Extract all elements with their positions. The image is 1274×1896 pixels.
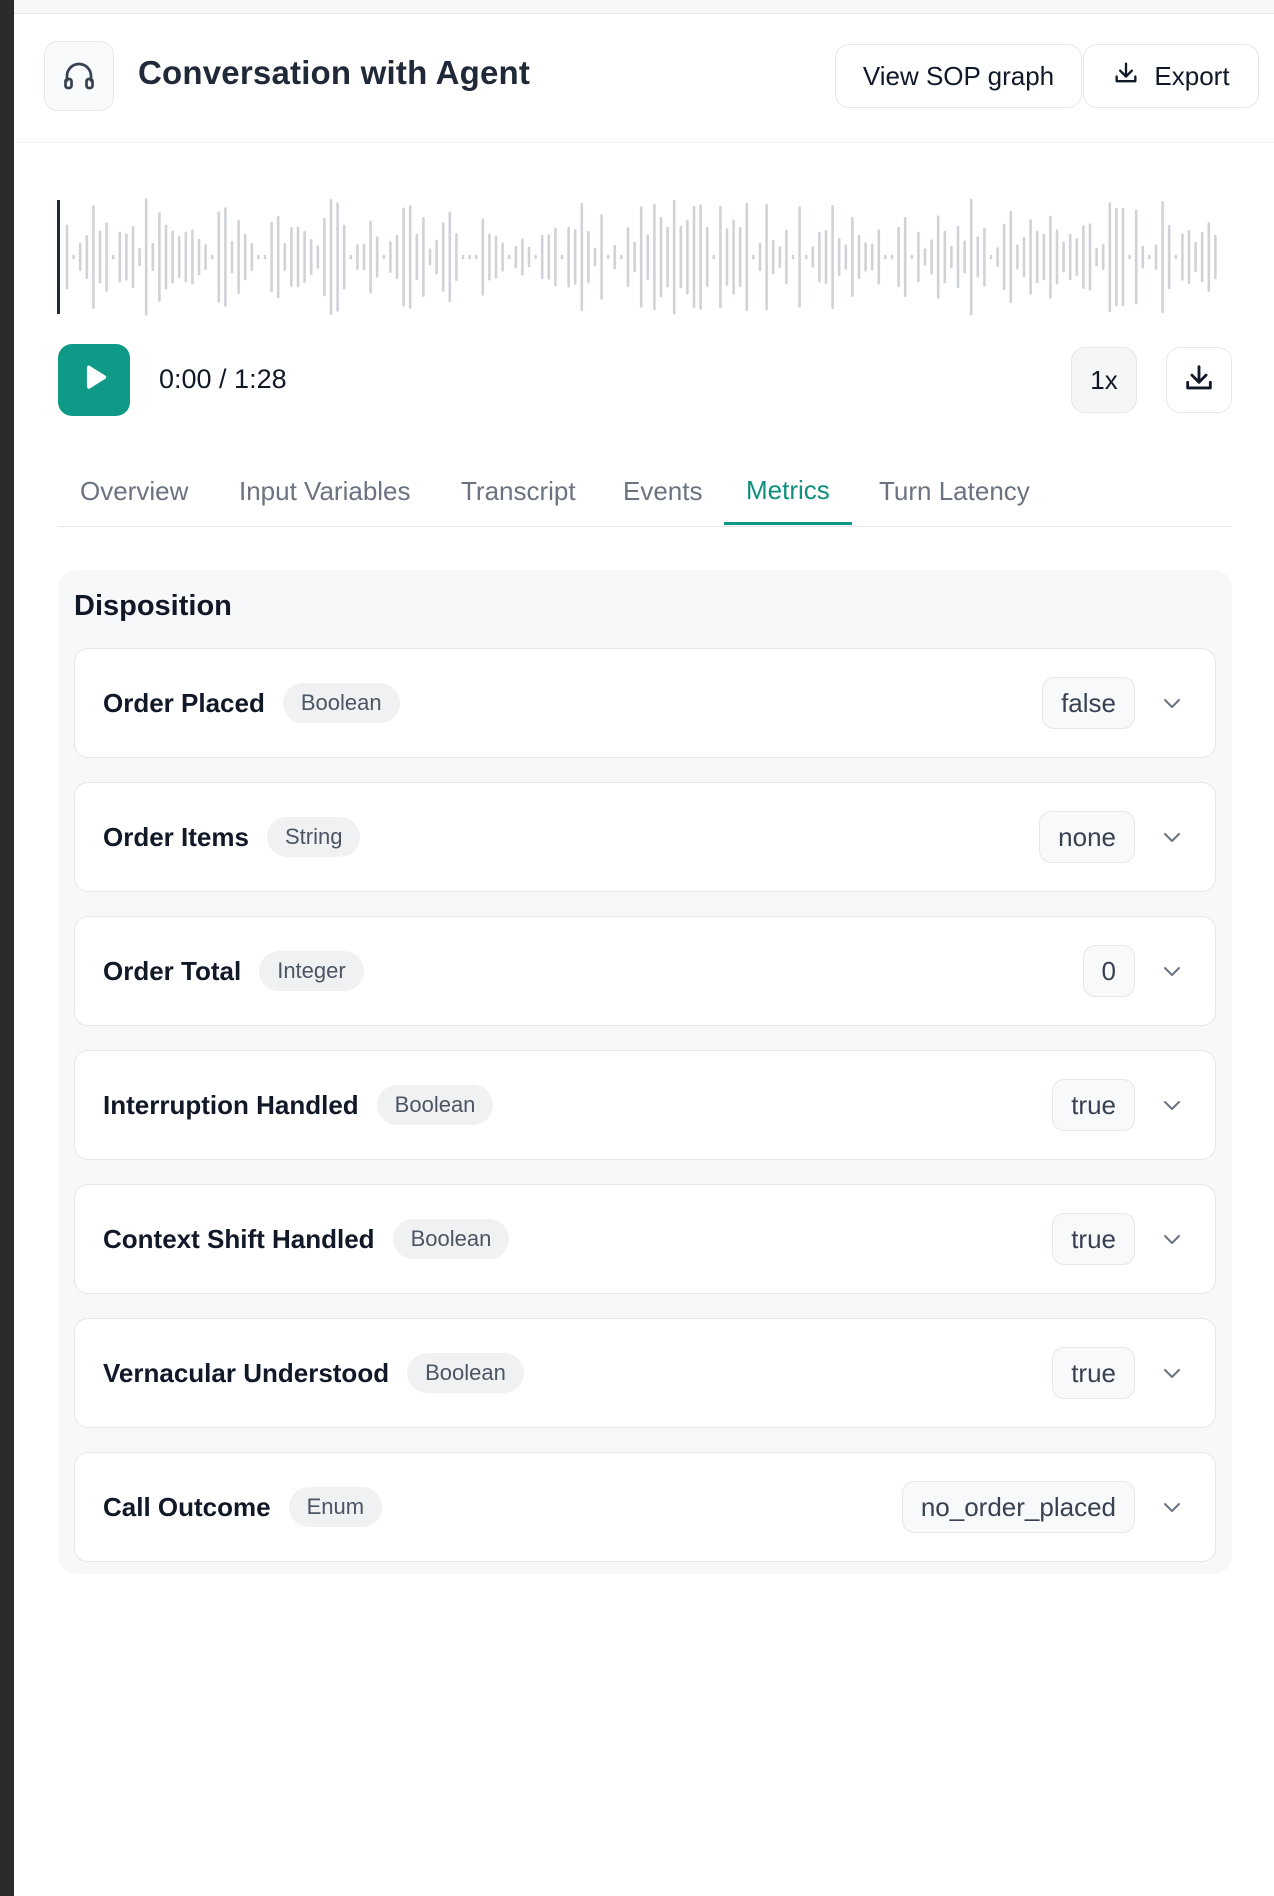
chevron-down-icon[interactable] xyxy=(1157,822,1187,852)
metric-card-order-placed[interactable]: Order Placed Boolean false xyxy=(74,648,1216,758)
metric-name: Context Shift Handled xyxy=(103,1223,375,1254)
headphones-icon xyxy=(44,41,114,111)
metric-card-interruption-handled[interactable]: Interruption Handled Boolean true xyxy=(74,1050,1216,1160)
tab-transcript[interactable]: Transcript xyxy=(439,458,598,524)
metric-type-badge: Boolean xyxy=(282,683,400,723)
tab-bar: Overview Input Variables Transcript Even… xyxy=(58,458,1232,527)
metric-name: Interruption Handled xyxy=(103,1089,359,1120)
play-icon xyxy=(77,361,111,400)
metric-value: no_order_placed xyxy=(901,1481,1135,1533)
metric-name: Order Total xyxy=(103,955,242,986)
tab-input-variables[interactable]: Input Variables xyxy=(217,458,433,524)
window-edge xyxy=(0,0,14,1896)
section-title: Disposition xyxy=(74,590,232,622)
view-sop-graph-button[interactable]: View SOP graph xyxy=(835,44,1082,108)
metric-name: Order Items xyxy=(103,821,249,852)
metric-card-context-shift-handled[interactable]: Context Shift Handled Boolean true xyxy=(74,1184,1216,1294)
playhead-cursor[interactable] xyxy=(57,200,60,314)
metric-type-badge: Boolean xyxy=(376,1085,494,1125)
download-icon xyxy=(1182,361,1216,400)
metric-card-call-outcome[interactable]: Call Outcome Enum no_order_placed xyxy=(74,1452,1216,1562)
metric-type-badge: Integer xyxy=(259,951,364,991)
page-title: Conversation with Agent xyxy=(138,54,531,91)
metric-value: true xyxy=(1052,1079,1135,1131)
metric-type-badge: Boolean xyxy=(407,1353,524,1393)
metric-name: Vernacular Understood xyxy=(103,1357,390,1388)
metrics-panel: Disposition Order Placed Boolean false O… xyxy=(58,570,1232,1574)
export-label: Export xyxy=(1154,60,1230,91)
metric-card-vernacular-understood[interactable]: Vernacular Understood Boolean true xyxy=(74,1318,1216,1428)
top-band xyxy=(14,0,1274,14)
play-button[interactable] xyxy=(58,344,130,416)
metric-type-badge: Enum xyxy=(288,1487,383,1527)
playback-speed-button[interactable]: 1x xyxy=(1071,347,1137,413)
download-audio-button[interactable] xyxy=(1166,347,1232,413)
metric-name: Call Outcome xyxy=(103,1491,271,1522)
view-sop-graph-label: View SOP graph xyxy=(862,60,1055,91)
metric-type-badge: Boolean xyxy=(392,1219,510,1259)
metric-value: true xyxy=(1052,1213,1135,1265)
metric-value: true xyxy=(1052,1347,1135,1399)
tab-events[interactable]: Events xyxy=(601,458,725,524)
chevron-down-icon[interactable] xyxy=(1157,956,1187,986)
playback-time: 0:00 / 1:28 xyxy=(159,364,287,394)
chevron-down-icon[interactable] xyxy=(1157,1492,1187,1522)
audio-waveform[interactable] xyxy=(57,196,1225,318)
metric-value: none xyxy=(1039,811,1135,863)
chevron-down-icon[interactable] xyxy=(1157,688,1187,718)
tab-turn-latency[interactable]: Turn Latency xyxy=(857,458,1052,524)
metric-name: Order Placed xyxy=(103,687,265,718)
metric-value: false xyxy=(1042,677,1135,729)
metric-value: 0 xyxy=(1082,945,1135,997)
chevron-down-icon[interactable] xyxy=(1157,1090,1187,1120)
chevron-down-icon[interactable] xyxy=(1157,1224,1187,1254)
metric-card-order-total[interactable]: Order Total Integer 0 xyxy=(74,916,1216,1026)
page-header: Conversation with Agent View SOP graph E… xyxy=(14,14,1274,143)
metric-card-order-items[interactable]: Order Items String none xyxy=(74,782,1216,892)
tab-overview[interactable]: Overview xyxy=(58,458,210,524)
download-icon xyxy=(1112,59,1140,94)
metric-type-badge: String xyxy=(266,817,361,857)
chevron-down-icon[interactable] xyxy=(1157,1358,1187,1388)
export-button[interactable]: Export xyxy=(1083,44,1259,108)
tab-metrics[interactable]: Metrics xyxy=(724,458,852,525)
